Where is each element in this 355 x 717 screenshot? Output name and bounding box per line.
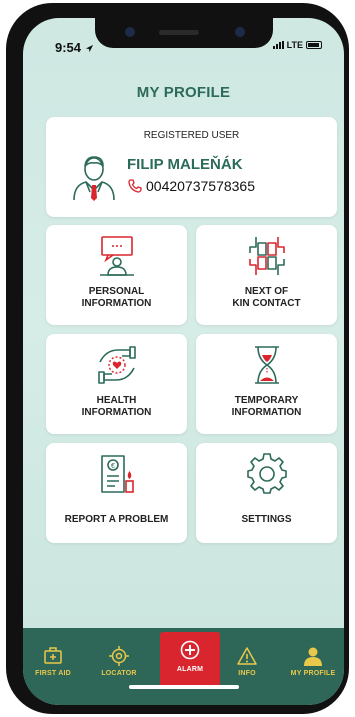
hourglass-icon (254, 346, 279, 384)
user-name: FILIP MALEŇÁK (127, 156, 243, 173)
personal-information-tile[interactable]: PERSONAL INFORMATION (46, 225, 187, 325)
network-label: LTE (286, 40, 303, 50)
person-icon (304, 647, 322, 666)
screen: 9:54 LTE MY PROFILE REGISTERED USER FILI… (23, 18, 344, 705)
battery-icon (306, 41, 322, 49)
tab-first-aid[interactable]: FIRST AID (25, 646, 81, 677)
tab-alarm[interactable]: ALARM (160, 632, 220, 688)
hands-circle-icon (248, 237, 285, 275)
document-candle-icon: € (100, 455, 134, 493)
tab-locator[interactable]: LOCATOR (91, 646, 147, 677)
page-title: MY PROFILE (136, 84, 231, 101)
tab-my-profile[interactable]: MY PROFILE (285, 646, 341, 677)
health-information-tile[interactable]: HEALTH INFORMATION (46, 334, 187, 434)
presenter-icon (99, 236, 134, 276)
user-card[interactable]: REGISTERED USER FILIP MALEŇÁK 0042073757… (46, 117, 337, 217)
settings-label: SETTINGS (241, 514, 292, 525)
first-aid-kit-icon (44, 647, 62, 664)
mute-switch (8, 103, 13, 133)
phone-frame: 9:54 LTE MY PROFILE REGISTERED USER FILI… (6, 3, 349, 714)
personal-information-label: PERSONAL INFORMATION (81, 286, 152, 309)
user-phone: 00420737578365 (146, 178, 256, 194)
settings-tile[interactable]: SETTINGS (196, 443, 337, 543)
temporary-information-tile[interactable]: TEMPORARY INFORMATION (196, 334, 337, 434)
next-of-kin-tile[interactable]: NEXT OF KIN CONTACT (196, 225, 337, 325)
report-problem-label: REPORT A PROBLEM (64, 514, 169, 525)
home-indicator[interactable] (129, 685, 239, 689)
heart-hands-icon (97, 346, 136, 384)
temporary-information-label: TEMPORARY INFORMATION (231, 395, 302, 418)
svg-text:€: € (111, 463, 115, 470)
sensor-icon (235, 27, 245, 37)
report-problem-tile[interactable]: € REPORT A PROBLEM (46, 443, 187, 543)
volume-up-button (8, 153, 13, 208)
gear-icon (246, 453, 287, 494)
crosshair-icon (109, 646, 129, 666)
status-time: 9:54 (55, 40, 94, 55)
alarm-plus-icon (180, 640, 200, 660)
status-indicators: LTE (272, 40, 322, 50)
volume-down-button (8, 221, 13, 276)
phone-icon (128, 179, 142, 193)
location-arrow-icon (85, 44, 93, 53)
notch (95, 18, 273, 48)
user-avatar-icon (73, 156, 115, 201)
camera-icon (125, 27, 135, 37)
warning-triangle-icon (237, 647, 257, 665)
tab-info[interactable]: INFO (219, 646, 275, 677)
registered-user-caption: REGISTERED USER (143, 130, 240, 141)
speaker-grille (159, 30, 199, 35)
bottom-tab-bar: FIRST AID LOCATOR ALARM INFO MY PROFILE (23, 628, 344, 705)
next-of-kin-label: NEXT OF KIN CONTACT (232, 286, 301, 309)
signal-icon (272, 41, 284, 49)
health-information-label: HEALTH INFORMATION (81, 395, 152, 418)
